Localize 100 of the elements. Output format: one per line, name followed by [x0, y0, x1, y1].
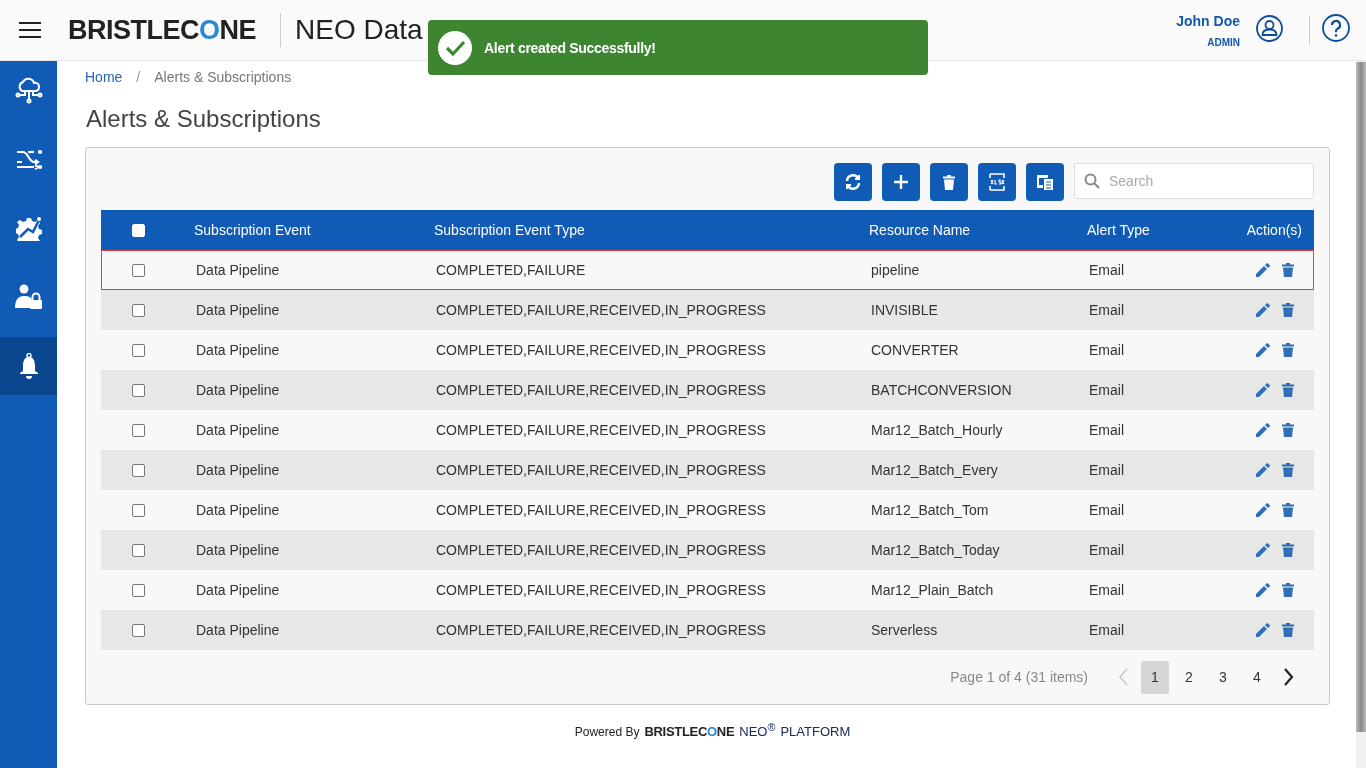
page-button[interactable]: 2 — [1175, 660, 1203, 694]
delete-icon[interactable] — [1282, 583, 1294, 597]
refresh-icon — [845, 174, 861, 190]
table-cell: COMPLETED,FAILURE,RECEIVED,IN_PROGRESS — [436, 582, 766, 598]
row-checkbox[interactable] — [132, 343, 145, 357]
delete-icon[interactable] — [1282, 383, 1294, 397]
table-cell: Mar12_Batch_Today — [871, 542, 1000, 558]
table-cell: Data Pipeline — [196, 422, 280, 438]
platform-text: PLATFORM — [780, 724, 851, 740]
row-checkbox[interactable] — [132, 383, 145, 397]
delete-icon[interactable] — [1282, 343, 1294, 357]
breadcrumb-separator: / — [136, 69, 141, 85]
table-cell: COMPLETED,FAILURE,RECEIVED,IN_PROGRESS — [436, 542, 766, 558]
gear-icon — [15, 215, 42, 241]
page-summary: Page 1 of 4 (31 items) — [950, 669, 1088, 685]
delete-icon[interactable] — [1282, 543, 1294, 557]
table-cell: Mar12_Batch_Every — [871, 462, 998, 478]
edit-icon[interactable] — [1256, 463, 1270, 477]
delete-icon[interactable] — [1282, 463, 1294, 477]
column-header: Subscription Event Type — [434, 210, 869, 250]
next-page-icon[interactable] — [1284, 668, 1294, 686]
select-all-checkbox[interactable] — [132, 223, 145, 237]
page-title: Alerts & Subscriptions — [86, 105, 322, 134]
table-cell: Data Pipeline — [196, 542, 280, 558]
table-cell: Email — [1089, 542, 1124, 558]
delete-button[interactable] — [930, 163, 968, 201]
user-name: John Doe — [1176, 12, 1240, 29]
table-cell: Data Pipeline — [196, 502, 280, 518]
breadcrumb-current: Alerts & Subscriptions — [154, 69, 292, 85]
page-button[interactable]: 3 — [1209, 660, 1237, 694]
breadcrumb-link[interactable]: Home — [85, 69, 123, 85]
row-checkbox[interactable] — [132, 583, 145, 597]
menu-icon[interactable] — [19, 22, 41, 38]
table-cell: Email — [1089, 422, 1124, 438]
table-cell: Data Pipeline — [196, 462, 280, 478]
search-icon — [1084, 173, 1100, 189]
toast-message: Alert created Successfully! — [484, 39, 656, 56]
table-cell: Data Pipeline — [196, 342, 280, 358]
table-cell: Data Pipeline — [196, 622, 280, 638]
plus-icon — [893, 174, 909, 190]
bell-icon — [18, 353, 39, 379]
row-checkbox[interactable] — [132, 263, 145, 277]
edit-icon[interactable] — [1256, 623, 1270, 637]
table-cell: Email — [1089, 302, 1124, 318]
cloud-network-icon — [14, 76, 43, 104]
edit-icon[interactable] — [1256, 263, 1270, 277]
spreadsheet-icon — [988, 173, 1006, 191]
delete-icon[interactable] — [1282, 423, 1294, 437]
delete-icon[interactable] — [1282, 503, 1294, 517]
logo: BRISTLECONE — [68, 14, 257, 46]
page-button[interactable]: 1 — [1141, 660, 1169, 694]
table-cell: BATCHCONVERSION — [871, 382, 1012, 398]
edit-icon[interactable] — [1256, 583, 1270, 597]
footer-logo: BRISTLECONE — [644, 724, 735, 740]
export-button[interactable] — [978, 163, 1016, 201]
edit-icon[interactable] — [1256, 543, 1270, 557]
delete-icon[interactable] — [1282, 303, 1294, 317]
table-cell: COMPLETED,FAILURE,RECEIVED,IN_PROGRESS — [436, 422, 766, 438]
table-cell: Data Pipeline — [196, 382, 280, 398]
table-cell: COMPLETED,FAILURE,RECEIVED,IN_PROGRESS — [436, 462, 766, 478]
row-checkbox[interactable] — [132, 463, 145, 477]
add-button[interactable] — [882, 163, 920, 201]
page-button[interactable]: 4 — [1243, 660, 1271, 694]
row-checkbox[interactable] — [132, 623, 145, 637]
columns-button[interactable] — [1026, 163, 1064, 201]
row-checkbox[interactable] — [132, 503, 145, 517]
table-cell: Data Pipeline — [196, 302, 280, 318]
scrollbar[interactable] — [1356, 62, 1366, 732]
table-cell: COMPLETED,FAILURE,RECEIVED,IN_PROGRESS — [436, 502, 766, 518]
table-cell: Email — [1089, 342, 1124, 358]
row-checkbox[interactable] — [132, 543, 145, 557]
column-header: Subscription Event — [176, 210, 434, 250]
table-cell: Mar12_Batch_Hourly — [871, 422, 1003, 438]
edit-icon[interactable] — [1256, 503, 1270, 517]
edit-icon[interactable] — [1256, 303, 1270, 317]
table-cell: COMPLETED,FAILURE — [436, 262, 586, 278]
search-field[interactable]: Search — [1074, 163, 1314, 199]
table-cell: Email — [1089, 382, 1124, 398]
shuffle-icon — [15, 148, 42, 170]
columns-icon — [1036, 174, 1054, 190]
edit-icon[interactable] — [1256, 383, 1270, 397]
edit-icon[interactable] — [1256, 423, 1270, 437]
table-cell: Mar12_Plain_Batch — [871, 582, 994, 598]
table-cell: pipeline — [871, 262, 920, 278]
edit-icon[interactable] — [1256, 343, 1270, 357]
table-cell: Email — [1089, 462, 1124, 478]
row-checkbox[interactable] — [132, 303, 145, 317]
delete-icon[interactable] — [1282, 263, 1294, 277]
delete-icon[interactable] — [1282, 623, 1294, 637]
row-checkbox[interactable] — [132, 423, 145, 437]
table-cell: Email — [1089, 502, 1124, 518]
sidebar-item[interactable] — [0, 337, 57, 395]
table-cell: COMPLETED,FAILURE,RECEIVED,IN_PROGRESS — [436, 302, 766, 318]
refresh-button[interactable] — [834, 163, 872, 201]
product-name: NEO$^{®}$ — [739, 721, 776, 740]
table-cell: INVISIBLE — [871, 302, 938, 318]
table-cell: COMPLETED,FAILURE,RECEIVED,IN_PROGRESS — [436, 342, 766, 358]
powered-by-text: Powered By — [574, 725, 640, 740]
user-role: ADMIN — [1207, 36, 1240, 48]
trash-icon — [943, 174, 955, 190]
